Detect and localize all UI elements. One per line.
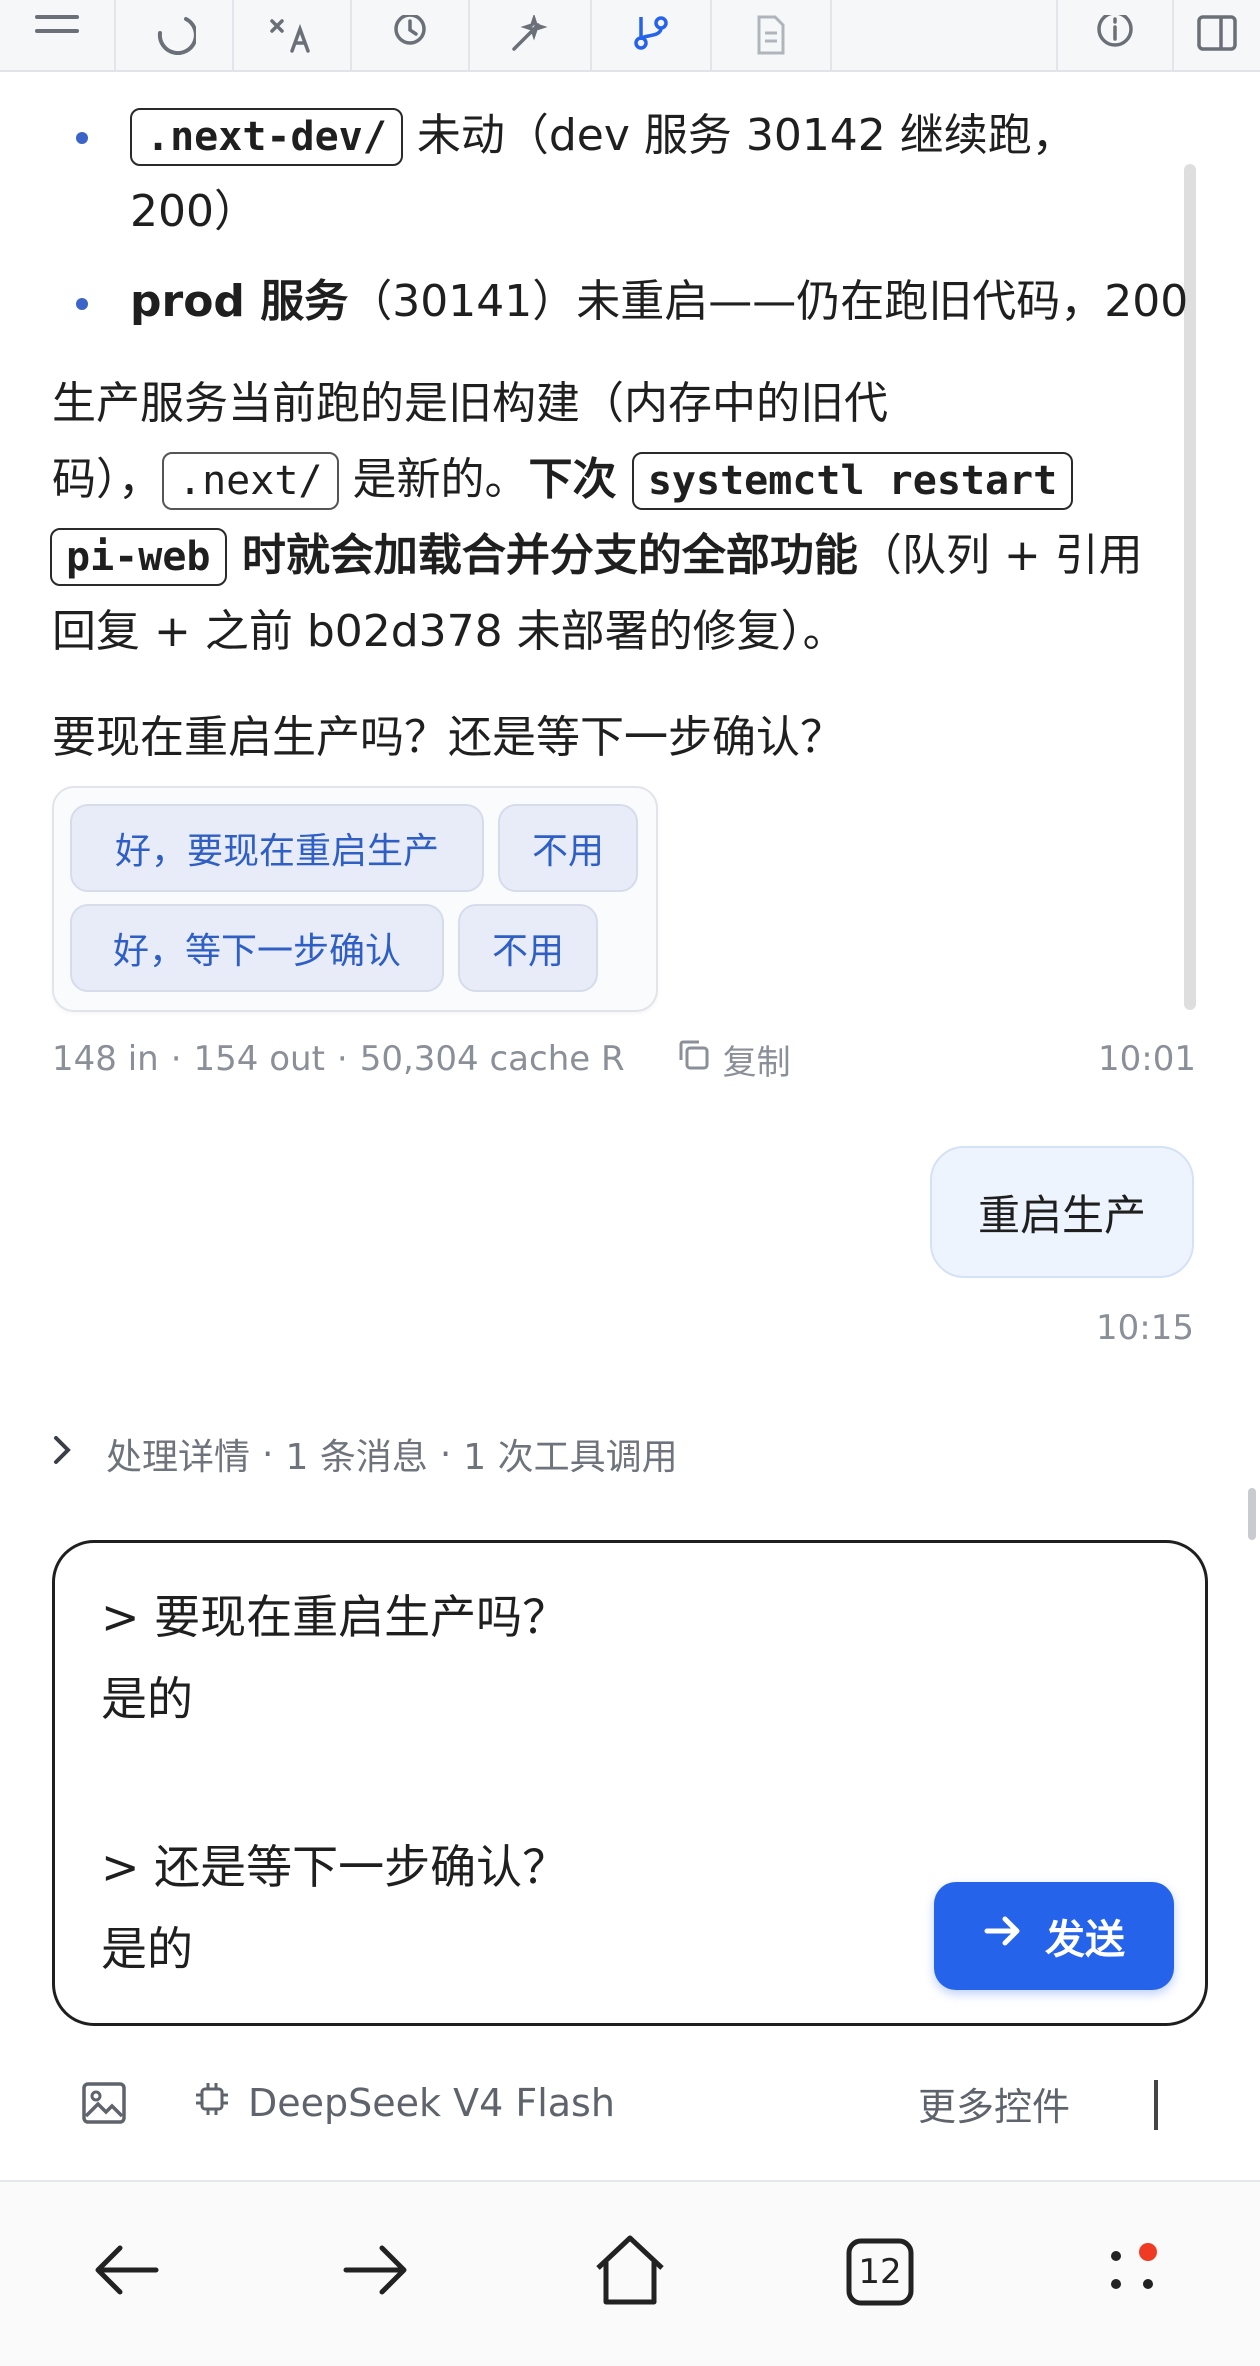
- bullet-text: 未动（dev 服务 30142 继续跑，: [402, 110, 1076, 161]
- user-message-time: 10:15: [1096, 1308, 1194, 1348]
- dark-mode-button[interactable]: [116, 0, 234, 70]
- page-scrollbar[interactable]: [1248, 1488, 1256, 1540]
- model-selector[interactable]: DeepSeek V4 Flash: [194, 2066, 615, 2140]
- document-button[interactable]: [712, 0, 832, 70]
- arrow-left-icon: [90, 2240, 162, 2304]
- top-toolbar: [0, 0, 1260, 72]
- quick-reply-group: 好，要现在重启生产 不用 好，等下一步确认 不用: [52, 786, 658, 1012]
- composer-toolbar: DeepSeek V4 Flash 更多控件: [0, 2066, 1260, 2140]
- tokens-out: 154 out: [193, 1039, 325, 1079]
- magic-button[interactable]: [470, 0, 592, 70]
- home-button[interactable]: [590, 2232, 670, 2312]
- quick-reply-restart-now[interactable]: 好，要现在重启生产: [70, 804, 484, 892]
- quick-reply-wait-confirm[interactable]: 好，等下一步确认: [70, 904, 444, 992]
- bullet-text-cont: 200）: [130, 186, 258, 237]
- moon-icon: [152, 15, 196, 55]
- info-icon: [1093, 15, 1137, 55]
- apps-menu-button[interactable]: [1094, 2232, 1174, 2312]
- assistant-paragraph: 生产服务当前跑的是旧构建（内存中的旧代 码）， .next/ 是新的。下次 sys…: [50, 366, 1192, 670]
- git-branch-icon: [629, 15, 673, 55]
- divider: [1154, 2080, 1158, 2130]
- para-text: 码），: [52, 454, 162, 505]
- send-button[interactable]: 发送: [934, 1882, 1174, 1990]
- user-message-bubble: 重启生产: [930, 1146, 1194, 1278]
- tabs-icon: 12: [846, 2238, 914, 2306]
- code-chip: .next-dev/: [130, 108, 403, 166]
- composer-line: 是的: [101, 1672, 193, 1726]
- para-line: 生产服务当前跑的是旧构建（内存中的旧代: [52, 378, 888, 429]
- para-line: 回复 + 之前 b02d378 未部署的修复）。: [52, 606, 847, 657]
- copy-icon: [677, 1038, 723, 1081]
- sidebar-panel-icon: [1195, 15, 1239, 55]
- processing-details[interactable]: 处理详情 · 1 条消息 · 1 次工具调用: [52, 1424, 678, 1484]
- tab-count: 12: [858, 2252, 902, 2292]
- composer-line: 是的: [101, 1922, 193, 1976]
- quick-reply-no-2[interactable]: 不用: [458, 904, 598, 992]
- meta-separator: ·: [336, 1039, 348, 1079]
- tokens-in: 148 in: [52, 1039, 159, 1079]
- branch-button[interactable]: [592, 0, 712, 70]
- bullet-text: （30141）未重启——仍在跑旧代码，200: [348, 276, 1189, 327]
- copy-button[interactable]: 复制: [677, 1035, 791, 1084]
- arrow-right-icon: [983, 1913, 1045, 1959]
- menu-icon: [33, 15, 81, 55]
- para-bold: 下次: [528, 454, 632, 505]
- details-message-count: 1 条消息: [285, 1437, 428, 1478]
- image-upload-icon[interactable]: [80, 2080, 128, 2135]
- message-meta: 148 in · 154 out · 50,304 cache R 复制 10:…: [52, 1034, 1196, 1084]
- history-button[interactable]: [352, 0, 470, 70]
- meta-separator: ·: [262, 1433, 274, 1475]
- composer-line: > 还是等下一步确认？: [101, 1840, 569, 1894]
- document-icon: [751, 15, 791, 55]
- dots-grid-icon: [1102, 2238, 1166, 2306]
- model-name: DeepSeek V4 Flash: [248, 2081, 615, 2125]
- bullet-bold-text: prod 服务: [130, 276, 349, 327]
- details-tool-calls: 1 次工具调用: [463, 1437, 678, 1478]
- chevron-right-icon: [52, 1434, 106, 1475]
- para-text: 是新的。: [338, 454, 529, 505]
- details-label: 处理详情: [106, 1437, 251, 1478]
- para-text: （队列 + 引用: [857, 530, 1143, 581]
- sidebar-toggle-button[interactable]: [1174, 0, 1260, 70]
- code-chip: .next/: [162, 452, 339, 510]
- composer-line: > 要现在重启生产吗？: [101, 1590, 569, 1644]
- tabs-button[interactable]: 12: [840, 2232, 920, 2312]
- magic-wand-icon: [508, 15, 552, 55]
- info-button[interactable]: [1056, 0, 1174, 70]
- send-label: 发送: [1045, 1917, 1125, 1963]
- forward-button[interactable]: [336, 2232, 416, 2312]
- menu-button[interactable]: [0, 0, 116, 70]
- copy-label: 复制: [722, 1042, 791, 1083]
- bullet-dot: [76, 132, 88, 144]
- quick-reply-no-1[interactable]: 不用: [498, 804, 638, 892]
- more-controls-button[interactable]: 更多控件: [918, 2066, 1070, 2140]
- meta-separator: ·: [439, 1433, 452, 1475]
- message-time: 10:01: [1098, 1039, 1196, 1079]
- translate-icon: [268, 15, 316, 55]
- question-text: 要现在重启生产吗？还是等下一步确认？: [52, 712, 844, 763]
- para-bold: 时就会加载合并分支的全部功能: [226, 530, 858, 581]
- translate-button[interactable]: [234, 0, 352, 70]
- code-chip: systemctl restart: [631, 452, 1074, 510]
- chip-cpu-icon: [194, 2081, 248, 2126]
- meta-separator: ·: [170, 1039, 182, 1079]
- bullet-dot: [76, 298, 88, 310]
- back-button[interactable]: [86, 2232, 166, 2312]
- home-icon: [592, 2234, 668, 2310]
- code-chip: pi-web: [50, 528, 227, 586]
- arrow-right-icon: [340, 2240, 412, 2304]
- cache-read: 50,304 cache R: [359, 1039, 625, 1079]
- browser-navigation-bar: 12: [0, 2180, 1260, 2366]
- history-icon: [388, 15, 432, 55]
